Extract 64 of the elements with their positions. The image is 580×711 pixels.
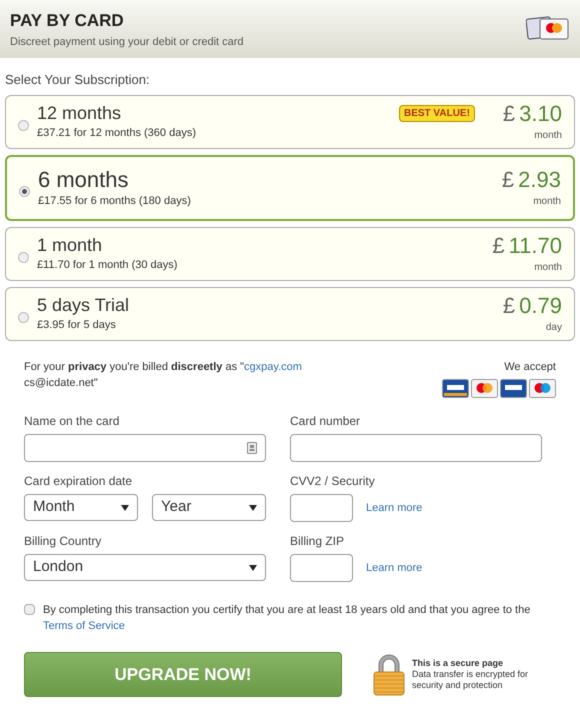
contact-card-icon [247,442,257,454]
field-label: CVV2 / Security [290,473,376,490]
card-number-field[interactable] [290,434,542,462]
circles-card-icon [471,379,498,398]
zip-field[interactable] [290,554,353,582]
circles-card-icon [529,379,556,398]
plan-name: 5 days Trial [37,294,130,316]
currency-symbol: £ [492,232,505,260]
visa-card-icon [500,379,527,398]
secure-title: This is a secure page [412,658,504,669]
field-label: Name on the card [24,413,120,430]
country-select[interactable]: London [24,554,266,581]
caret-icon [249,564,257,570]
page-title: PAY BY CARD [10,10,125,32]
terms-link[interactable]: Terms of Service [43,620,125,632]
caret-icon [249,504,257,510]
plan-detail: £3.95 for 5 days [37,318,117,332]
privacy-note: For your privacy you're billed discreetly as "cgxpay.com cs@icdate.net" [24,360,303,390]
currency-symbol: £ [502,292,516,320]
price-unit: month [534,128,562,143]
best-value-badge: BEST VALUE! [398,105,475,122]
learn-more-link[interactable]: Learn more [366,500,422,516]
cvv-field[interactable] [290,494,353,522]
plan-detail: £11.70 for 1 month (30 days) [37,258,178,272]
field-label: Card number [290,413,362,430]
price-unit: day [546,320,562,335]
radio-button[interactable] [19,186,30,197]
plan-detail: £17.55 for 6 months (180 days) [38,194,192,209]
plan-name: 1 month [37,234,104,256]
visa-card-icon [442,379,469,398]
padlock-icon [372,654,406,696]
plan-name: 12 months [37,102,122,124]
secure-text: Data transfer is encrypted for security and protection [412,669,530,691]
field-label: Billing ZIP [290,533,346,550]
we-accept-label: We accept [504,360,556,374]
plan-option[interactable]: 6 months £17.55 for 6 months (180 days) £ 2.93 month [5,154,575,220]
learn-more-link[interactable]: Learn more [366,560,422,576]
radio-button[interactable] [18,252,29,263]
plan-option[interactable]: 1 month £11.70 for 1 month (30 days) £ 11.70 month [5,226,575,280]
name-field[interactable] [24,434,266,462]
radio-button[interactable] [18,312,29,323]
field-label: Billing Country [24,533,102,550]
plan-price: 11.70 [508,232,562,260]
month-select[interactable]: Month [24,494,138,521]
price-unit: month [534,260,562,275]
terms-checkbox[interactable] [24,604,35,615]
plan-name: 6 months [38,166,130,193]
radio-button[interactable] [18,120,29,131]
plan-price: 0.79 [519,292,562,320]
currency-symbol: £ [502,166,514,194]
currency-symbol: £ [502,100,516,128]
plan-option[interactable]: 12 months £37.21 for 12 months (360 days) BEST VALUE! £ 3.10 month [5,94,575,148]
terms-text: By completing this transaction you certify that you are at least 18 years old and that you agree to the Terms of Service [43,603,532,634]
subscription-heading: Select Your Subscription: [4,71,151,89]
year-select[interactable]: Year [152,494,266,521]
field-label: Card expiration date [24,473,134,490]
plan-detail: £37.21 for 12 months (360 days) [37,126,197,140]
billing-link[interactable]: cgxpay.com [244,360,302,372]
price-unit: month [533,194,561,209]
plan-option[interactable]: 5 days Trial £3.95 for 5 days £ 0.79 day [5,286,575,340]
caret-icon [121,504,129,510]
plan-price: 3.10 [519,100,562,128]
plan-price: 2.93 [518,166,561,194]
page-subtitle: Discreet payment using your debit or credit card [10,34,244,50]
